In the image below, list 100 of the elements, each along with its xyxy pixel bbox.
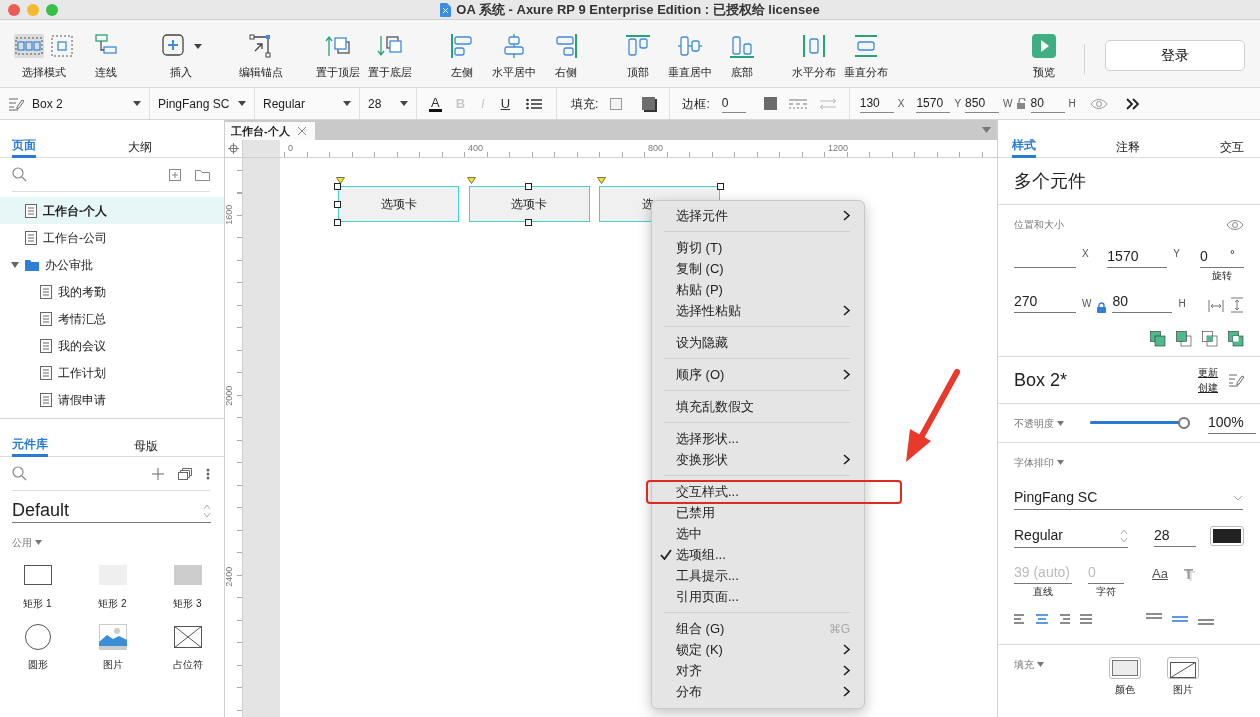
font-weight-dropdown[interactable]: Regular — [263, 94, 351, 113]
y-field[interactable]: 1570 — [1107, 246, 1168, 268]
library-widget[interactable]: 图片 — [75, 623, 150, 672]
create-link[interactable]: 创建 — [1198, 380, 1218, 395]
menu-item[interactable]: 复制 (C) — [652, 258, 864, 279]
font-weight-dropdown[interactable]: Regular — [1014, 524, 1128, 548]
menu-item[interactable]: 已禁用 — [652, 502, 864, 523]
search-icon[interactable] — [12, 466, 27, 481]
menu-item[interactable]: 交互样式... — [652, 481, 864, 502]
border-color-swatch[interactable] — [763, 97, 777, 110]
menu-item[interactable]: 选择形状... — [652, 428, 864, 449]
menu-item[interactable]: 组合 (G) ⌘G — [652, 618, 864, 639]
opacity-field[interactable]: 100% — [1208, 412, 1256, 434]
panel-tab[interactable]: 元件库 — [12, 434, 48, 457]
exclude-icon[interactable] — [1228, 331, 1244, 347]
page-tree-item[interactable]: 工作台-公司 — [0, 224, 224, 251]
font-family-dropdown[interactable]: PingFang SC — [1014, 486, 1243, 510]
panel-tab[interactable]: 样式 — [1012, 135, 1036, 158]
close-button[interactable] — [8, 3, 20, 16]
toolbar-button[interactable]: 插入 — [152, 32, 210, 81]
document-tab[interactable]: 工作台-个人 — [225, 122, 315, 140]
library-widget[interactable]: 矩形 1 — [0, 562, 75, 611]
font-color-button[interactable]: A — [429, 95, 442, 112]
fit-height-icon[interactable] — [1229, 297, 1244, 313]
crosshair-icon[interactable] — [228, 143, 239, 154]
page-tree-item[interactable]: 工作台-个人 — [0, 197, 224, 224]
eye-icon[interactable] — [1089, 97, 1108, 110]
menu-item[interactable]: 分布 — [652, 681, 864, 702]
y-field[interactable]: 1570 — [916, 94, 951, 113]
toolbar-button[interactable]: 垂直分布 — [840, 32, 892, 81]
resize-handle[interactable] — [525, 219, 532, 226]
height-field[interactable]: 80 — [1030, 94, 1065, 113]
update-link[interactable]: 更新 — [1198, 365, 1218, 380]
subtract-icon[interactable] — [1176, 331, 1192, 347]
menu-item[interactable]: 选择性粘贴 — [652, 300, 864, 321]
rotation-field[interactable]: 0 — [1200, 246, 1230, 267]
menu-item[interactable]: 设为隐藏 — [652, 332, 864, 353]
intersect-icon[interactable] — [1202, 331, 1218, 347]
panel-tab[interactable]: 注释 — [1116, 135, 1140, 158]
slider-thumb[interactable] — [1178, 417, 1190, 429]
text-case-button[interactable]: Aa — [1152, 564, 1168, 584]
toolbar-button[interactable]: 置于顶层 — [312, 32, 364, 81]
library-widget[interactable]: 占位符 — [150, 623, 225, 672]
page-tree-item[interactable]: 工作计划 — [0, 359, 224, 386]
fill-image-button[interactable] — [1167, 657, 1199, 679]
caret-icon[interactable] — [35, 540, 42, 545]
x-field[interactable]: 130 — [859, 94, 894, 113]
toolbar-button[interactable]: 顶部 — [612, 32, 664, 81]
page-tree-item[interactable]: 我的会议 — [0, 332, 224, 359]
library-widget[interactable]: 矩形 3 — [150, 562, 225, 611]
font-family-dropdown[interactable]: PingFang SC — [158, 94, 246, 113]
page-tree-item[interactable]: 我的考勤 — [0, 278, 224, 305]
menu-item[interactable]: 工具提示... — [652, 565, 864, 586]
align-left-icon[interactable] — [1014, 614, 1026, 624]
menu-item[interactable]: 选项组... — [652, 544, 864, 565]
add-page-icon[interactable] — [169, 168, 181, 181]
toolbar-button[interactable]: 水平居中 — [488, 32, 540, 81]
widget-name-dropdown[interactable]: Box 2 — [32, 94, 141, 113]
menu-item[interactable]: 选中 — [652, 523, 864, 544]
fit-width-icon[interactable] — [1207, 299, 1224, 313]
font-color-swatch[interactable] — [1210, 526, 1244, 546]
lock-icon[interactable] — [1097, 302, 1107, 313]
folder-icon[interactable] — [195, 168, 210, 181]
resize-handle[interactable] — [525, 183, 532, 190]
panel-tab[interactable]: 大纲 — [128, 135, 152, 158]
menu-item[interactable]: 顺序 (O) — [652, 364, 864, 385]
union-icon[interactable] — [1150, 331, 1166, 347]
expanded-arrow-icon[interactable] — [11, 260, 19, 269]
valign-middle-icon[interactable] — [1172, 613, 1188, 625]
menu-item[interactable]: 填充乱数假文 — [652, 396, 864, 417]
menu-item[interactable]: 锁定 (K) — [652, 639, 864, 660]
resize-handle[interactable] — [334, 183, 341, 190]
panel-tab[interactable]: 母版 — [134, 434, 158, 457]
menu-item[interactable]: 剪切 (T) — [652, 237, 864, 258]
menu-item[interactable]: 引用页面... — [652, 586, 864, 607]
library-widget[interactable]: 圆形 — [0, 623, 75, 672]
close-icon[interactable] — [297, 127, 306, 135]
library-widget[interactable]: 矩形 2 — [75, 562, 150, 611]
library-dropdown[interactable]: Default — [12, 499, 211, 523]
library-stack-icon[interactable] — [178, 467, 192, 480]
menu-item[interactable]: 变换形状 — [652, 449, 864, 470]
menu-item[interactable]: 对齐 — [652, 660, 864, 681]
more-icon[interactable] — [1125, 97, 1140, 110]
fill-color-button[interactable] — [1109, 657, 1141, 679]
toolbar-button[interactable]: 水平分布 — [788, 32, 840, 81]
align-center-icon[interactable] — [1036, 614, 1048, 624]
font-size-dropdown[interactable]: 28 — [368, 94, 408, 113]
menu-item[interactable]: 粘贴 (P) — [652, 279, 864, 300]
resize-handle[interactable] — [334, 201, 341, 208]
fill-color-swatch[interactable] — [610, 97, 623, 110]
align-right-icon[interactable] — [1058, 614, 1070, 624]
panel-tab[interactable]: 页面 — [12, 135, 36, 158]
toolbar-button[interactable]: 右侧 — [540, 32, 592, 81]
add-icon[interactable] — [152, 467, 164, 480]
edit-style-icon[interactable] — [1228, 373, 1244, 387]
eye-icon[interactable] — [1226, 218, 1244, 231]
resize-handle[interactable] — [717, 183, 724, 190]
menu-item[interactable]: 选择元件 — [652, 205, 864, 226]
toolbar-button[interactable]: 左侧 — [436, 32, 488, 81]
width-field[interactable]: 270 — [1014, 291, 1076, 313]
